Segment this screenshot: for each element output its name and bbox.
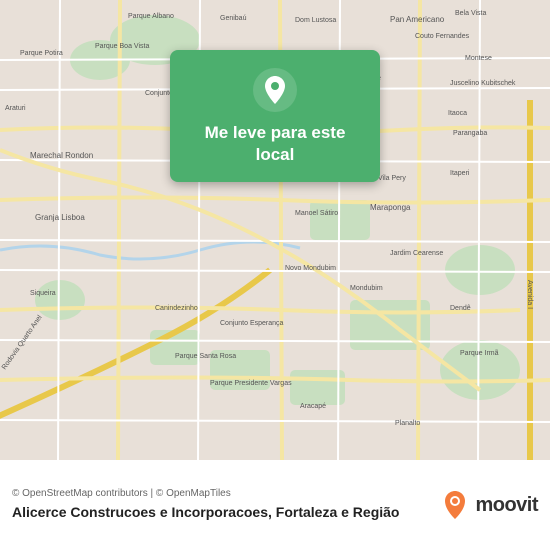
svg-text:Granja Lisboa: Granja Lisboa xyxy=(35,213,85,222)
map-area: Pan Americano Couto Fernandes Parque Alb… xyxy=(0,0,550,460)
svg-text:Montese: Montese xyxy=(465,55,492,62)
moovit-pin-icon xyxy=(439,489,471,521)
svg-text:Parangaba: Parangaba xyxy=(453,130,487,137)
svg-text:Vila Pery: Vila Pery xyxy=(378,175,406,182)
map-attribution: © OpenStreetMap contributors | © OpenMap… xyxy=(12,488,439,499)
svg-text:Juscelino Kubitschek: Juscelino Kubitschek xyxy=(450,80,516,87)
svg-text:Parque Potira: Parque Potira xyxy=(20,50,63,57)
moovit-logo: moovit xyxy=(439,489,538,521)
svg-text:Marechal Rondon: Marechal Rondon xyxy=(30,151,93,160)
svg-text:Mondubim: Mondubim xyxy=(350,285,383,292)
svg-text:Couto Fernandes: Couto Fernandes xyxy=(415,33,470,40)
svg-text:Parque Albano: Parque Albano xyxy=(128,13,174,20)
location-pin-icon xyxy=(253,68,297,112)
svg-text:Genibaú: Genibaú xyxy=(220,15,247,22)
svg-text:Planalto: Planalto xyxy=(395,420,420,427)
bottom-text-block: © OpenStreetMap contributors | © OpenMap… xyxy=(12,488,439,521)
svg-text:Siqueira: Siqueira xyxy=(30,290,56,297)
svg-text:Araturi: Araturi xyxy=(5,105,26,112)
svg-text:Itaperi: Itaperi xyxy=(450,170,470,177)
location-card[interactable]: Me leve para este local xyxy=(170,50,380,182)
svg-text:Parque Irmã: Parque Irmã xyxy=(460,350,499,357)
svg-text:Pan Americano: Pan Americano xyxy=(390,15,445,24)
svg-text:Bela Vista: Bela Vista xyxy=(455,10,486,17)
svg-text:Canindezinho: Canindezinho xyxy=(155,305,198,312)
svg-text:Parque Boa Vista: Parque Boa Vista xyxy=(95,43,149,50)
svg-text:Itaoca: Itaoca xyxy=(448,110,467,117)
location-card-label: Me leve para este local xyxy=(190,122,360,166)
svg-text:Parque Santa Rosa: Parque Santa Rosa xyxy=(175,353,236,360)
svg-text:Jardim Cearense: Jardim Cearense xyxy=(390,250,443,257)
svg-text:Parque Presidente Vargas: Parque Presidente Vargas xyxy=(210,380,292,387)
moovit-brand-label: moovit xyxy=(475,494,538,517)
svg-text:Conjunto Esperança: Conjunto Esperança xyxy=(220,320,284,327)
svg-text:Manoel Sátiro: Manoel Sátiro xyxy=(295,210,338,217)
svg-text:Maraponga: Maraponga xyxy=(370,203,411,212)
svg-text:Dendê: Dendê xyxy=(450,305,471,312)
svg-text:Dom Lustosa: Dom Lustosa xyxy=(295,17,336,24)
location-title: Alicerce Construcoes e Incorporacoes, Fo… xyxy=(12,503,439,521)
svg-text:Avenida I: Avenida I xyxy=(526,280,533,309)
svg-text:Aracapé: Aracapé xyxy=(300,403,326,410)
svg-text:Novo Mondubim: Novo Mondubim xyxy=(285,265,336,272)
bottom-bar: © OpenStreetMap contributors | © OpenMap… xyxy=(0,460,550,550)
